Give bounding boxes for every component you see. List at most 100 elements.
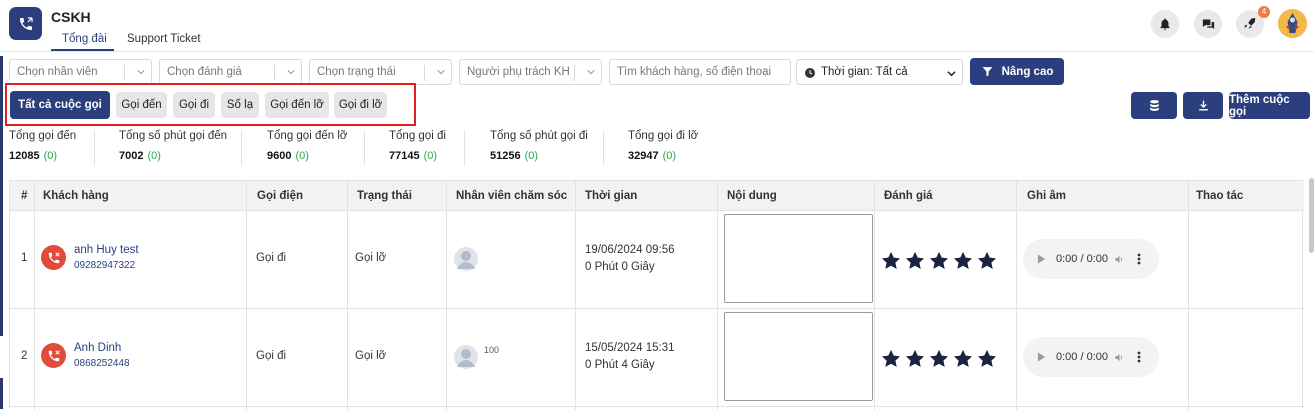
col-recording: Ghi âm — [1027, 190, 1066, 202]
stat-incoming-minutes: Tổng số phút gọi đến 7002 (0) — [119, 130, 228, 162]
database-button[interactable] — [1131, 92, 1177, 119]
chevron-down-icon — [947, 71, 956, 77]
app-title: CSKH — [51, 9, 91, 25]
staff-avatar-icon — [454, 345, 478, 369]
more-options-icon[interactable] — [1137, 253, 1141, 265]
rating-stars[interactable] — [881, 349, 997, 368]
left-edge-bar — [0, 0, 3, 409]
customer-info: anh Huy test 09282947322 — [74, 244, 139, 271]
audio-time: 0:00 / 0:00 — [1056, 351, 1108, 363]
database-icon — [1149, 100, 1159, 111]
employee-select-placeholder: Chọn nhân viên — [17, 66, 98, 78]
stat-incoming-total: Tổng gọi đến 12085 (0) — [9, 130, 77, 162]
bell-icon[interactable] — [1151, 10, 1179, 38]
stat-missed-incoming: Tổng gọi đến lỡ 9600 (0) — [267, 130, 348, 162]
missed-outgoing-call-icon — [41, 343, 66, 368]
star-icon[interactable] — [881, 251, 901, 270]
star-icon[interactable] — [905, 251, 925, 270]
col-time: Thời gian — [585, 190, 638, 202]
call-type: Gọi đi — [256, 252, 287, 264]
volume-icon[interactable] — [1114, 352, 1125, 363]
rating-select[interactable]: Chọn đánh giá — [159, 59, 302, 85]
customer-name-link[interactable]: anh Huy test — [74, 244, 139, 256]
filter-icon — [982, 67, 992, 77]
owner-select[interactable]: Người phụ trách KH — [459, 59, 602, 85]
chat-icon[interactable] — [1194, 10, 1222, 38]
call-datetime: 19/06/2024 09:56 — [585, 244, 675, 256]
tab-all-calls[interactable]: Tất cả cuộc gọi — [10, 91, 110, 119]
tab-missed-outgoing[interactable]: Gọi đi lỡ — [334, 92, 387, 118]
customer-name-link[interactable]: Anh Dinh — [74, 342, 130, 354]
calls-table: # Khách hàng Gọi điện Trạng thái Nhân vi… — [9, 180, 1304, 410]
chevron-down-icon — [437, 70, 445, 75]
table-row[interactable]: 1 anh Huy test 09282947322 Gọi đi Gọi lỡ… — [10, 211, 1304, 309]
star-icon[interactable] — [905, 349, 925, 368]
star-icon[interactable] — [929, 251, 949, 270]
employee-select[interactable]: Chọn nhân viên — [9, 59, 152, 85]
user-avatar[interactable] — [1278, 9, 1307, 38]
table-header: # Khách hàng Gọi điện Trạng thái Nhân vi… — [10, 181, 1304, 211]
tab-unknown-numbers[interactable]: Số lạ — [221, 92, 259, 118]
advanced-filter-label: Nâng cao — [1001, 65, 1054, 78]
staff-id: 100 — [484, 345, 500, 355]
chevron-down-icon — [287, 70, 295, 75]
call-type: Gọi đi — [256, 350, 287, 362]
star-icon[interactable] — [881, 349, 901, 368]
star-icon[interactable] — [953, 349, 973, 368]
volume-icon[interactable] — [1114, 254, 1125, 265]
audio-player[interactable]: 0:00 / 0:00 — [1023, 337, 1159, 377]
col-rating: Đánh giá — [884, 190, 933, 202]
play-icon[interactable] — [1037, 254, 1046, 264]
col-actions: Thao tác — [1196, 190, 1244, 202]
phone-logo-icon[interactable] — [9, 7, 42, 40]
row-index: 2 — [21, 350, 28, 362]
download-icon — [1198, 100, 1208, 111]
note-textarea[interactable] — [724, 214, 873, 303]
star-icon[interactable] — [977, 251, 997, 270]
time-select[interactable]: Thời gian: Tất cả — [796, 59, 963, 85]
col-index: # — [21, 190, 28, 202]
download-button[interactable] — [1183, 92, 1223, 119]
star-icon[interactable] — [977, 349, 997, 368]
customer-info: Anh Dinh 0868252448 — [74, 342, 130, 369]
rating-stars[interactable] — [881, 251, 997, 270]
stat-outgoing-total: Tổng gọi đi 77145 (0) — [389, 130, 446, 162]
call-duration: 0 Phút 4 Giây — [585, 359, 655, 371]
advanced-filter-button[interactable]: Nâng cao — [970, 58, 1064, 85]
notification-badge: 4 — [1258, 6, 1270, 18]
row-index: 1 — [21, 252, 28, 264]
tab-support-ticket[interactable]: Support Ticket — [127, 33, 201, 45]
star-icon[interactable] — [953, 251, 973, 270]
vertical-scrollbar[interactable] — [1309, 178, 1314, 253]
audio-player[interactable]: 0:00 / 0:00 — [1023, 239, 1159, 279]
staff-avatar-icon — [454, 247, 478, 271]
tab-tong-dai[interactable]: Tổng đài — [62, 33, 107, 45]
clock-icon — [805, 68, 815, 78]
call-time: 15/05/2024 15:31 0 Phút 4 Giây — [585, 342, 675, 371]
top-header: CSKH Tổng đài Support Ticket 4 — [0, 0, 1314, 52]
status-select[interactable]: Chọn trạng thái — [309, 59, 452, 85]
status-select-placeholder: Chọn trạng thái — [317, 66, 396, 78]
stat-outgoing-minutes: Tổng số phút gọi đi 51256 (0) — [490, 130, 588, 162]
call-duration: 0 Phút 0 Giây — [585, 261, 655, 273]
tab-incoming-calls[interactable]: Gọi đến — [116, 92, 167, 118]
customer-phone-link[interactable]: 0868252448 — [74, 358, 130, 369]
col-status: Trạng thái — [357, 190, 412, 202]
tab-missed-incoming[interactable]: Gọi đến lỡ — [265, 92, 329, 118]
active-tab-underline — [51, 49, 114, 51]
table-row[interactable]: 2 Anh Dinh 0868252448 Gọi đi Gọi lỡ 100 … — [10, 309, 1304, 407]
add-call-button[interactable]: Thêm cuộc gọi — [1229, 92, 1310, 119]
more-options-icon[interactable] — [1137, 351, 1141, 363]
search-input[interactable]: Tìm khách hàng, số điện thoại — [609, 59, 791, 85]
chevron-down-icon — [587, 70, 595, 75]
col-call-type: Gọi điện — [257, 190, 303, 202]
tab-outgoing-calls[interactable]: Gọi đi — [173, 92, 215, 118]
play-icon[interactable] — [1037, 352, 1046, 362]
call-time: 19/06/2024 09:56 0 Phút 0 Giây — [585, 244, 675, 273]
call-datetime: 15/05/2024 15:31 — [585, 342, 675, 354]
col-content: Nội dung — [727, 190, 777, 202]
star-icon[interactable] — [929, 349, 949, 368]
customer-phone-link[interactable]: 09282947322 — [74, 260, 139, 271]
rating-select-placeholder: Chọn đánh giá — [167, 66, 242, 78]
note-textarea[interactable] — [724, 312, 873, 401]
